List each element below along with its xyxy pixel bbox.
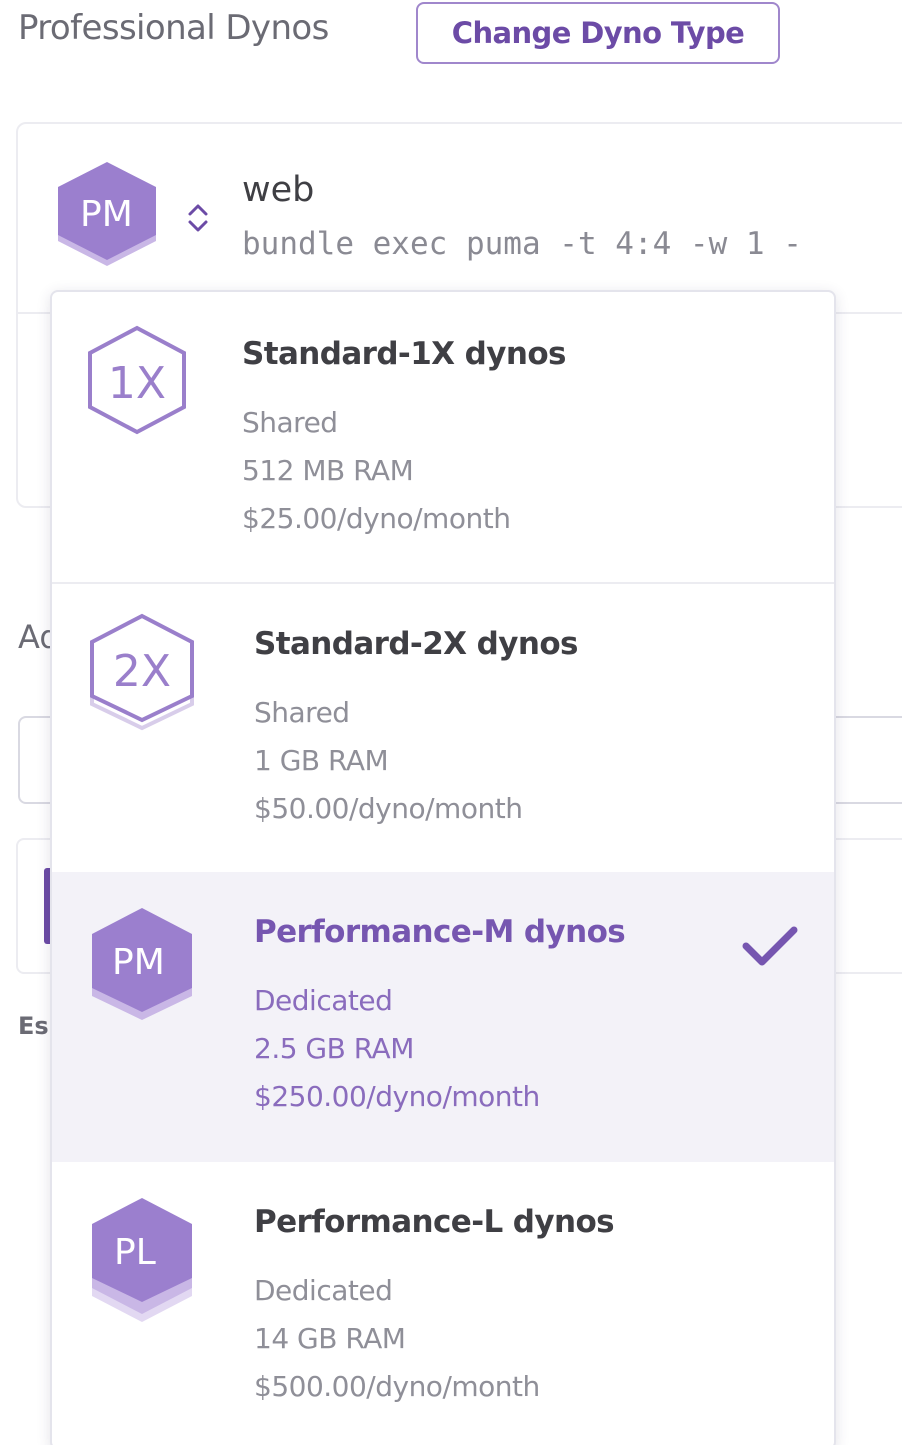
estimate-label: Es bbox=[18, 1012, 49, 1040]
option-price: $50.00/dyno/month bbox=[254, 792, 523, 825]
standard-2x-icon: 2X bbox=[90, 613, 194, 731]
section-title: Professional Dynos bbox=[18, 8, 329, 48]
option-price: $250.00/dyno/month bbox=[254, 1080, 540, 1113]
option-type: Dedicated bbox=[254, 984, 393, 1017]
process-name: web bbox=[242, 170, 315, 210]
option-type: Shared bbox=[242, 406, 338, 439]
option-ram: 14 GB RAM bbox=[254, 1322, 406, 1355]
option-price: $500.00/dyno/month bbox=[254, 1370, 540, 1403]
standard-1x-icon: 1X bbox=[88, 325, 186, 435]
svg-text:1X: 1X bbox=[108, 358, 166, 409]
dyno-type-page: Professional Dynos Change Dyno Type PM w… bbox=[0, 0, 902, 1445]
performance-m-icon: PM bbox=[92, 908, 192, 1020]
dyno-option-standard-2x[interactable]: 2X Standard-2X dynos Shared 1 GB RAM $50… bbox=[52, 584, 834, 872]
option-ram: 512 MB RAM bbox=[242, 454, 414, 487]
option-type: Dedicated bbox=[254, 1274, 393, 1307]
option-ram: 2.5 GB RAM bbox=[254, 1032, 414, 1065]
option-type: Shared bbox=[254, 696, 350, 729]
option-price: $25.00/dyno/month bbox=[242, 502, 511, 535]
option-ram: 1 GB RAM bbox=[254, 744, 389, 777]
svg-text:2X: 2X bbox=[113, 646, 171, 697]
svg-text:PL: PL bbox=[114, 1232, 156, 1273]
dyno-type-dropdown: 1X Standard-1X dynos Shared 512 MB RAM $… bbox=[50, 290, 836, 1445]
process-command: bundle exec puma -t 4:4 -w 1 - bbox=[242, 226, 802, 262]
checkmark-icon bbox=[742, 926, 798, 966]
svg-text:PM: PM bbox=[112, 942, 165, 983]
option-title: Performance-L dynos bbox=[254, 1204, 615, 1240]
performance-m-badge-icon: PM bbox=[58, 162, 156, 266]
sort-toggle-icon[interactable] bbox=[184, 198, 212, 238]
dyno-option-performance-l[interactable]: PL Performance-L dynos Dedicated 14 GB R… bbox=[52, 1162, 834, 1445]
dyno-option-performance-m[interactable]: PM Performance-M dynos Dedicated 2.5 GB … bbox=[52, 872, 834, 1162]
dyno-option-standard-1x[interactable]: 1X Standard-1X dynos Shared 512 MB RAM $… bbox=[52, 292, 834, 582]
option-title: Standard-2X dynos bbox=[254, 626, 578, 662]
option-title: Performance-M dynos bbox=[254, 914, 626, 950]
badge-letter-p: PM bbox=[80, 194, 133, 235]
performance-l-icon: PL bbox=[92, 1198, 192, 1322]
option-title: Standard-1X dynos bbox=[242, 336, 566, 372]
change-dyno-type-button[interactable]: Change Dyno Type bbox=[416, 2, 780, 64]
